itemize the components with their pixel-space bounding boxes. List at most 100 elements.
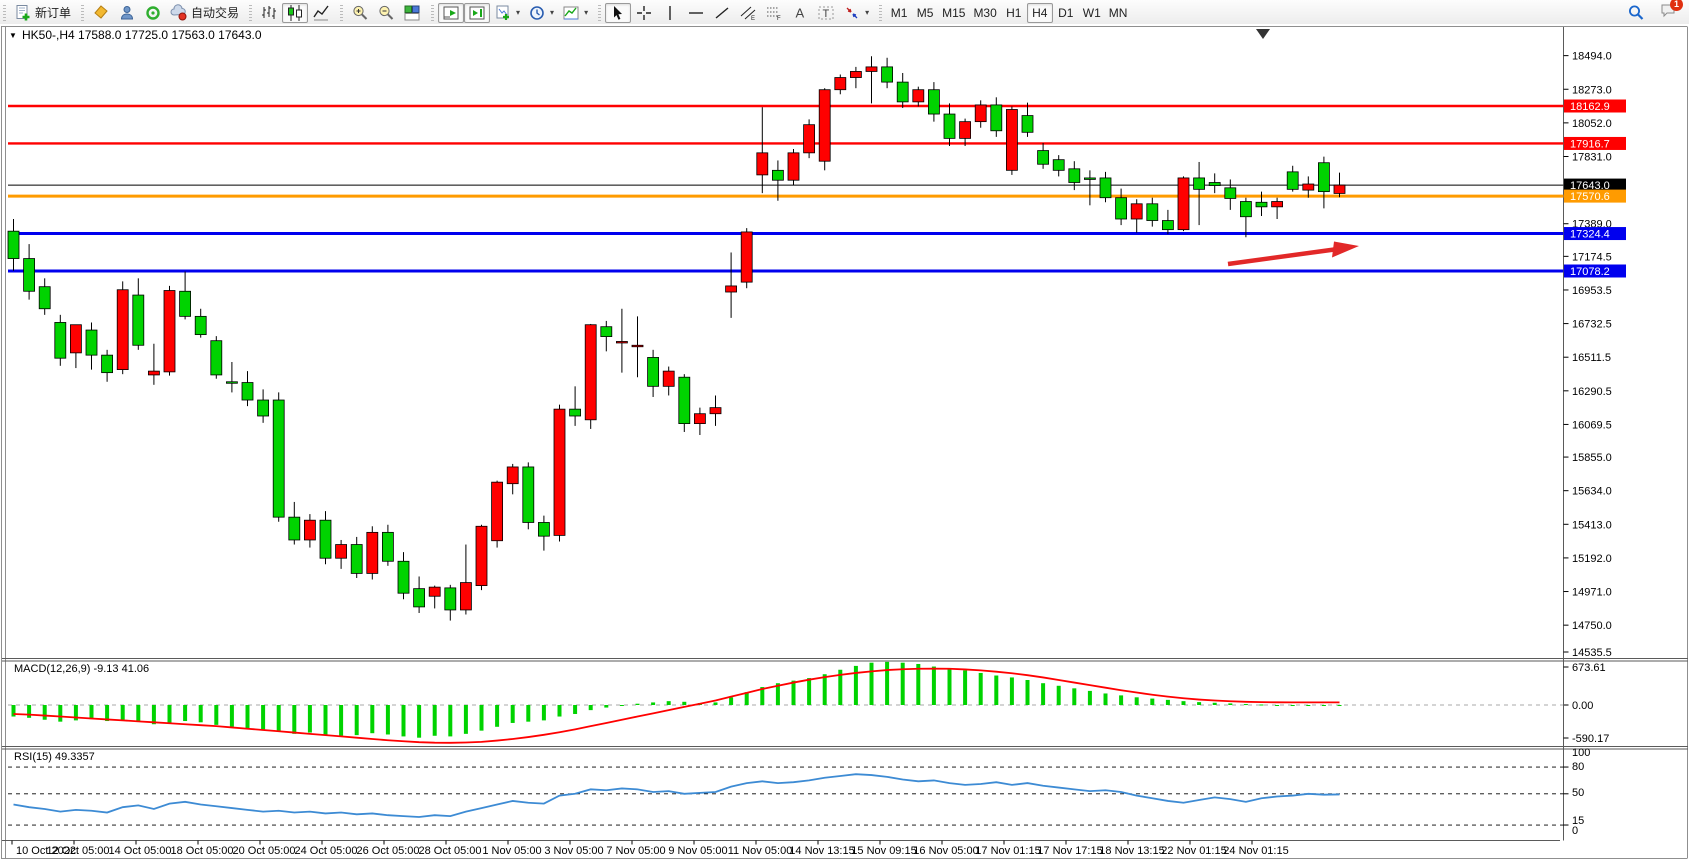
- timeframe-h1-button[interactable]: H1: [1001, 3, 1027, 23]
- candle-down: [351, 545, 362, 574]
- rsi-pane-separator[interactable]: [2, 747, 1688, 750]
- templates-button[interactable]: ▾: [558, 3, 592, 23]
- candle-up: [492, 482, 503, 541]
- experts-icon: [118, 4, 136, 22]
- dropdown-arrow-icon[interactable]: ▾: [865, 8, 869, 17]
- text-icon: A: [791, 4, 809, 22]
- profiles-button[interactable]: ▾: [524, 3, 558, 23]
- candle-down: [8, 231, 19, 258]
- dropdown-arrow-icon[interactable]: ▾: [550, 8, 554, 17]
- signals-button[interactable]: [140, 3, 166, 23]
- macd-histogram-bar: [230, 705, 234, 727]
- dropdown-arrow-icon[interactable]: ▾: [516, 8, 520, 17]
- trendline-button[interactable]: [709, 3, 735, 23]
- candle-down: [1116, 198, 1127, 219]
- text-label-button[interactable]: T: [813, 3, 839, 23]
- candle-down: [928, 90, 939, 114]
- metaeditor-button[interactable]: [88, 3, 114, 23]
- price-tick-label: 14971.0: [1572, 587, 1612, 599]
- candle-up: [1131, 204, 1142, 219]
- candle-down: [24, 259, 35, 292]
- macd-histogram-bar: [448, 705, 452, 736]
- arrows-button[interactable]: ▾: [839, 3, 873, 23]
- candle-down: [258, 400, 269, 416]
- macd-histogram-bar: [1338, 705, 1342, 706]
- candle-down: [211, 341, 222, 375]
- candle-up: [1178, 178, 1189, 230]
- dropdown-arrow-icon[interactable]: ▾: [584, 8, 588, 17]
- trend-arrow-line[interactable]: [1228, 249, 1338, 264]
- fibonacci-button[interactable]: F: [761, 3, 787, 23]
- new-chart-button[interactable]: ▾: [490, 3, 524, 23]
- chart-shift-marker-icon[interactable]: [1256, 29, 1270, 39]
- notification-count-badge: 1: [1670, 0, 1683, 11]
- macd-histogram-bar: [916, 664, 920, 705]
- timeframe-m15-button[interactable]: M15: [938, 3, 969, 23]
- macd-histogram-bar: [1041, 683, 1045, 705]
- candle-up: [476, 526, 487, 585]
- macd-histogram-bar: [714, 702, 718, 705]
- candle-down: [1069, 169, 1080, 183]
- trend-arrow-head[interactable]: [1332, 242, 1359, 258]
- rsi-tick-label: 100: [1572, 747, 1590, 759]
- macd-histogram-bar: [1213, 703, 1217, 705]
- macd-pane-separator[interactable]: [2, 659, 1688, 662]
- notifications-button[interactable]: 1: [1655, 3, 1681, 23]
- timeframe-h4-button[interactable]: H4: [1027, 3, 1053, 23]
- price-tag-label: 18162.9: [1570, 101, 1610, 113]
- macd-histogram-bar: [402, 705, 406, 736]
- channel-button[interactable]: E: [735, 3, 761, 23]
- time-tick-label: 24 Nov 01:15: [1223, 845, 1288, 857]
- candle-up: [960, 122, 971, 139]
- vertical-line-button[interactable]: [657, 3, 683, 23]
- macd-histogram-bar: [90, 705, 94, 719]
- text-button[interactable]: A: [787, 3, 813, 23]
- cursor-icon: [609, 4, 627, 22]
- search-button[interactable]: [1623, 3, 1649, 23]
- price-tick-label: 16953.5: [1572, 285, 1612, 297]
- candle-up: [367, 532, 378, 573]
- tile-windows-button[interactable]: [399, 3, 425, 23]
- timeframe-mn-button[interactable]: MN: [1105, 3, 1132, 23]
- bar-chart-button[interactable]: [256, 3, 282, 23]
- templates-icon: [562, 4, 580, 22]
- macd-histogram-bar: [963, 670, 967, 705]
- line-chart-button[interactable]: [308, 3, 334, 23]
- timeframe-m5-button[interactable]: M5: [912, 3, 938, 23]
- macd-histogram-bar: [168, 705, 172, 723]
- trendline-icon: [713, 4, 731, 22]
- macd-histogram-bar: [526, 705, 530, 722]
- crosshair-button[interactable]: [631, 3, 657, 23]
- macd-histogram-bar: [573, 705, 577, 714]
- horizontal-line-button[interactable]: [683, 3, 709, 23]
- candle-up: [616, 341, 627, 343]
- search-icon: [1627, 4, 1645, 22]
- macd-histogram-bar: [464, 705, 468, 734]
- candlestick-chart-button[interactable]: [282, 3, 308, 23]
- candle-up: [554, 409, 565, 535]
- toolbar-group-3: [337, 0, 428, 25]
- experts-button[interactable]: [114, 3, 140, 23]
- macd-label: MACD(12,26,9) -9.13 41.06: [14, 663, 149, 675]
- candle-up: [1006, 109, 1017, 170]
- new-order-button[interactable]: 新订单: [10, 3, 75, 23]
- candle-down: [273, 400, 284, 517]
- zoom-in-button[interactable]: [347, 3, 373, 23]
- candle-down: [226, 382, 237, 384]
- timeframe-w1-button[interactable]: W1: [1079, 3, 1105, 23]
- svg-text:E: E: [751, 16, 755, 22]
- auto-scroll-button[interactable]: [438, 3, 464, 23]
- candle-down: [1318, 163, 1329, 192]
- candle-up: [507, 467, 518, 484]
- autotrade-button[interactable]: 自动交易: [166, 3, 243, 23]
- macd-histogram-bar: [1244, 704, 1248, 705]
- zoom-out-button[interactable]: [373, 3, 399, 23]
- timeframe-m1-button[interactable]: M1: [886, 3, 912, 23]
- chart-canvas[interactable]: 18494.018273.018052.017831.017389.017174…: [0, 24, 1689, 862]
- candle-up: [460, 583, 471, 610]
- timeframe-m30-button[interactable]: M30: [969, 3, 1000, 23]
- timeframe-d1-button[interactable]: D1: [1053, 3, 1079, 23]
- macd-histogram-bar: [745, 692, 749, 705]
- chart-shift-button[interactable]: [464, 3, 490, 23]
- cursor-button[interactable]: [605, 3, 631, 23]
